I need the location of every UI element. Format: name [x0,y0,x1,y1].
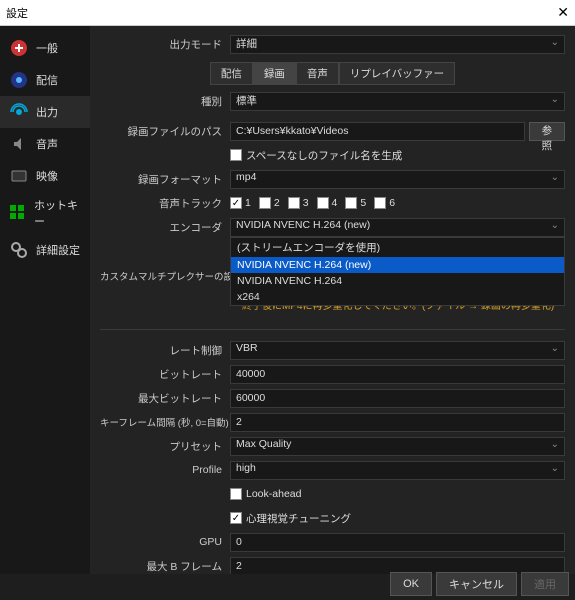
track-2-checkbox[interactable] [259,197,271,209]
sidebar-item-video[interactable]: 映像 [0,160,90,192]
audiotrack-label: 音声トラック [100,196,230,211]
recformat-label: 録画フォーマット [100,172,230,187]
sidebar-item-output[interactable]: 出力 [0,96,90,128]
output-icon [8,101,30,123]
ratecontrol-select[interactable]: VBR [230,341,565,360]
sidebar-item-hotkey[interactable]: ホットキー [0,192,90,234]
tab-replay[interactable]: リプレイバッファー [339,62,455,85]
content-panel: 出力モード 詳細 配信 録画 音声 リプレイバッファー 種別 標準 録画ファイル… [90,26,575,574]
close-icon[interactable]: ✕ [557,4,569,21]
browse-button[interactable]: 参照 [529,122,565,141]
encoder-select[interactable]: NVIDIA NVENC H.264 (new) [230,218,565,237]
divider [100,329,565,330]
video-icon [8,165,30,187]
general-icon [8,37,30,59]
output-mode-select[interactable]: 詳細 [230,35,565,54]
muxer-label: カスタムマルチプレクサーの設定 [100,269,230,283]
lookahead-label: Look-ahead [246,488,301,500]
sidebar-item-label: 詳細設定 [36,242,80,258]
sidebar-item-general[interactable]: 一般 [0,32,90,64]
tab-audio[interactable]: 音声 [296,62,339,85]
encoder-option[interactable]: NVIDIA NVENC H.264 [231,273,564,289]
track-5-checkbox[interactable] [345,197,357,209]
bframes-label: 最大 B フレーム [100,559,230,574]
psytuning-label: 心理視覚チューニング [246,511,351,526]
maxbitrate-input[interactable] [230,389,565,408]
maxbitrate-label: 最大ビットレート [100,391,230,406]
sidebar-item-audio[interactable]: 音声 [0,128,90,160]
tab-recording[interactable]: 録画 [253,62,296,85]
gear-icon [8,239,30,261]
sidebar-item-label: 音声 [36,136,58,152]
recformat-select[interactable]: mp4 [230,170,565,189]
output-mode-label: 出力モード [100,37,230,52]
track-4-checkbox[interactable] [317,197,329,209]
encoder-dropdown-list: (ストリームエンコーダを使用) NVIDIA NVENC H.264 (new)… [230,237,565,306]
psytuning-checkbox[interactable] [230,512,242,524]
ok-button[interactable]: OK [390,572,432,596]
recpath-input[interactable] [230,122,525,141]
nospace-label: スペースなしのファイル名を生成 [246,148,402,163]
bitrate-label: ビットレート [100,367,230,382]
nospace-checkbox[interactable] [230,149,242,161]
dialog-buttons: OK キャンセル 適用 [390,572,569,596]
cancel-button[interactable]: キャンセル [436,572,517,596]
keyframe-label: キーフレーム間隔 (秒, 0=自動) [100,415,230,429]
profile-select[interactable]: high [230,461,565,480]
track-1-checkbox[interactable] [230,197,242,209]
tabs: 配信 録画 音声 リプレイバッファー [100,62,565,85]
profile-label: Profile [100,464,230,476]
apply-button[interactable]: 適用 [521,572,569,596]
sidebar-item-advanced[interactable]: 詳細設定 [0,234,90,266]
preset-select[interactable]: Max Quality [230,437,565,456]
lookahead-checkbox[interactable] [230,488,242,500]
gpu-input[interactable] [230,533,565,552]
sidebar-item-label: 一般 [36,40,58,56]
keyframe-input[interactable] [230,413,565,432]
encoder-label: エンコーダ [100,220,230,235]
sidebar-item-label: 出力 [36,104,58,120]
encoder-option[interactable]: x264 [231,289,564,305]
ratecontrol-label: レート制御 [100,343,230,358]
track-6-checkbox[interactable] [374,197,386,209]
gpu-label: GPU [100,536,230,548]
sidebar-item-label: ホットキー [34,197,82,229]
window-title: 設定 [6,5,28,21]
sidebar: 一般 配信 出力 音声 映像 ホットキー 詳細設定 [0,26,90,574]
encoder-option[interactable]: NVIDIA NVENC H.264 (new) [231,257,564,273]
track-3-checkbox[interactable] [288,197,300,209]
recpath-label: 録画ファイルのパス [100,124,230,139]
sidebar-item-stream[interactable]: 配信 [0,64,90,96]
tab-stream[interactable]: 配信 [210,62,253,85]
bitrate-input[interactable] [230,365,565,384]
type-label: 種別 [100,94,230,109]
audio-icon [8,133,30,155]
preset-label: プリセット [100,439,230,454]
sidebar-item-label: 配信 [36,72,58,88]
hotkey-icon [8,202,28,224]
titlebar: 設定 ✕ [0,0,575,26]
stream-icon [8,69,30,91]
sidebar-item-label: 映像 [36,168,58,184]
type-select[interactable]: 標準 [230,92,565,111]
encoder-option[interactable]: (ストリームエンコーダを使用) [231,238,564,257]
